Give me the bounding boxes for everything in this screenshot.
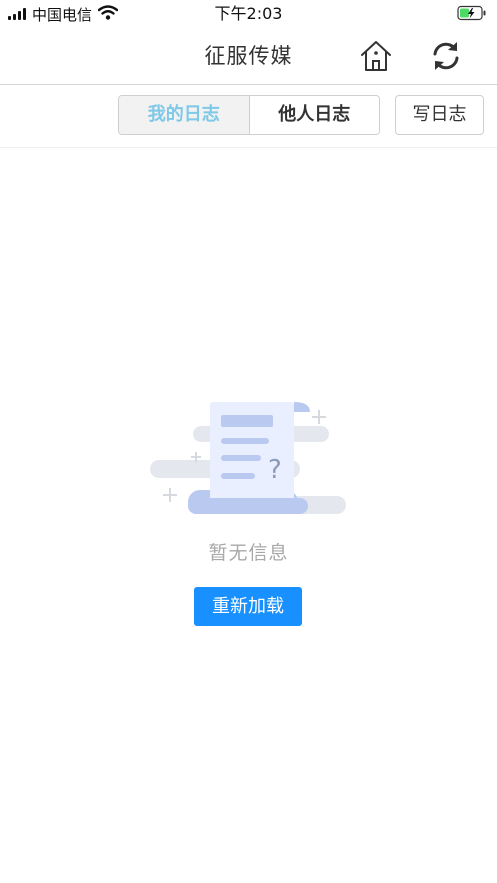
home-icon: [361, 41, 391, 71]
refresh-button[interactable]: [428, 38, 464, 74]
page-title: 征服传媒: [204, 44, 293, 68]
home-button[interactable]: [358, 38, 394, 74]
log-tabs: 我的日志 他人日志: [118, 95, 380, 135]
svg-text:?: ?: [268, 455, 282, 485]
status-bar: 中国电信 下午2:03: [0, 0, 497, 28]
refresh-icon: [433, 42, 459, 70]
write-log-button[interactable]: 写日志: [395, 95, 484, 135]
battery-charging-icon: [457, 5, 487, 25]
status-time: 下午2:03: [214, 4, 283, 23]
toolbar: 我的日志 他人日志 写日志: [0, 85, 497, 148]
reload-button[interactable]: 重新加载: [194, 587, 302, 626]
tab-my-logs[interactable]: 我的日志: [119, 96, 249, 134]
empty-message: 暂无信息: [208, 542, 289, 564]
empty-document-icon: ?: [148, 398, 348, 520]
header: 征服传媒: [0, 28, 497, 85]
tab-others-logs[interactable]: 他人日志: [248, 96, 379, 134]
